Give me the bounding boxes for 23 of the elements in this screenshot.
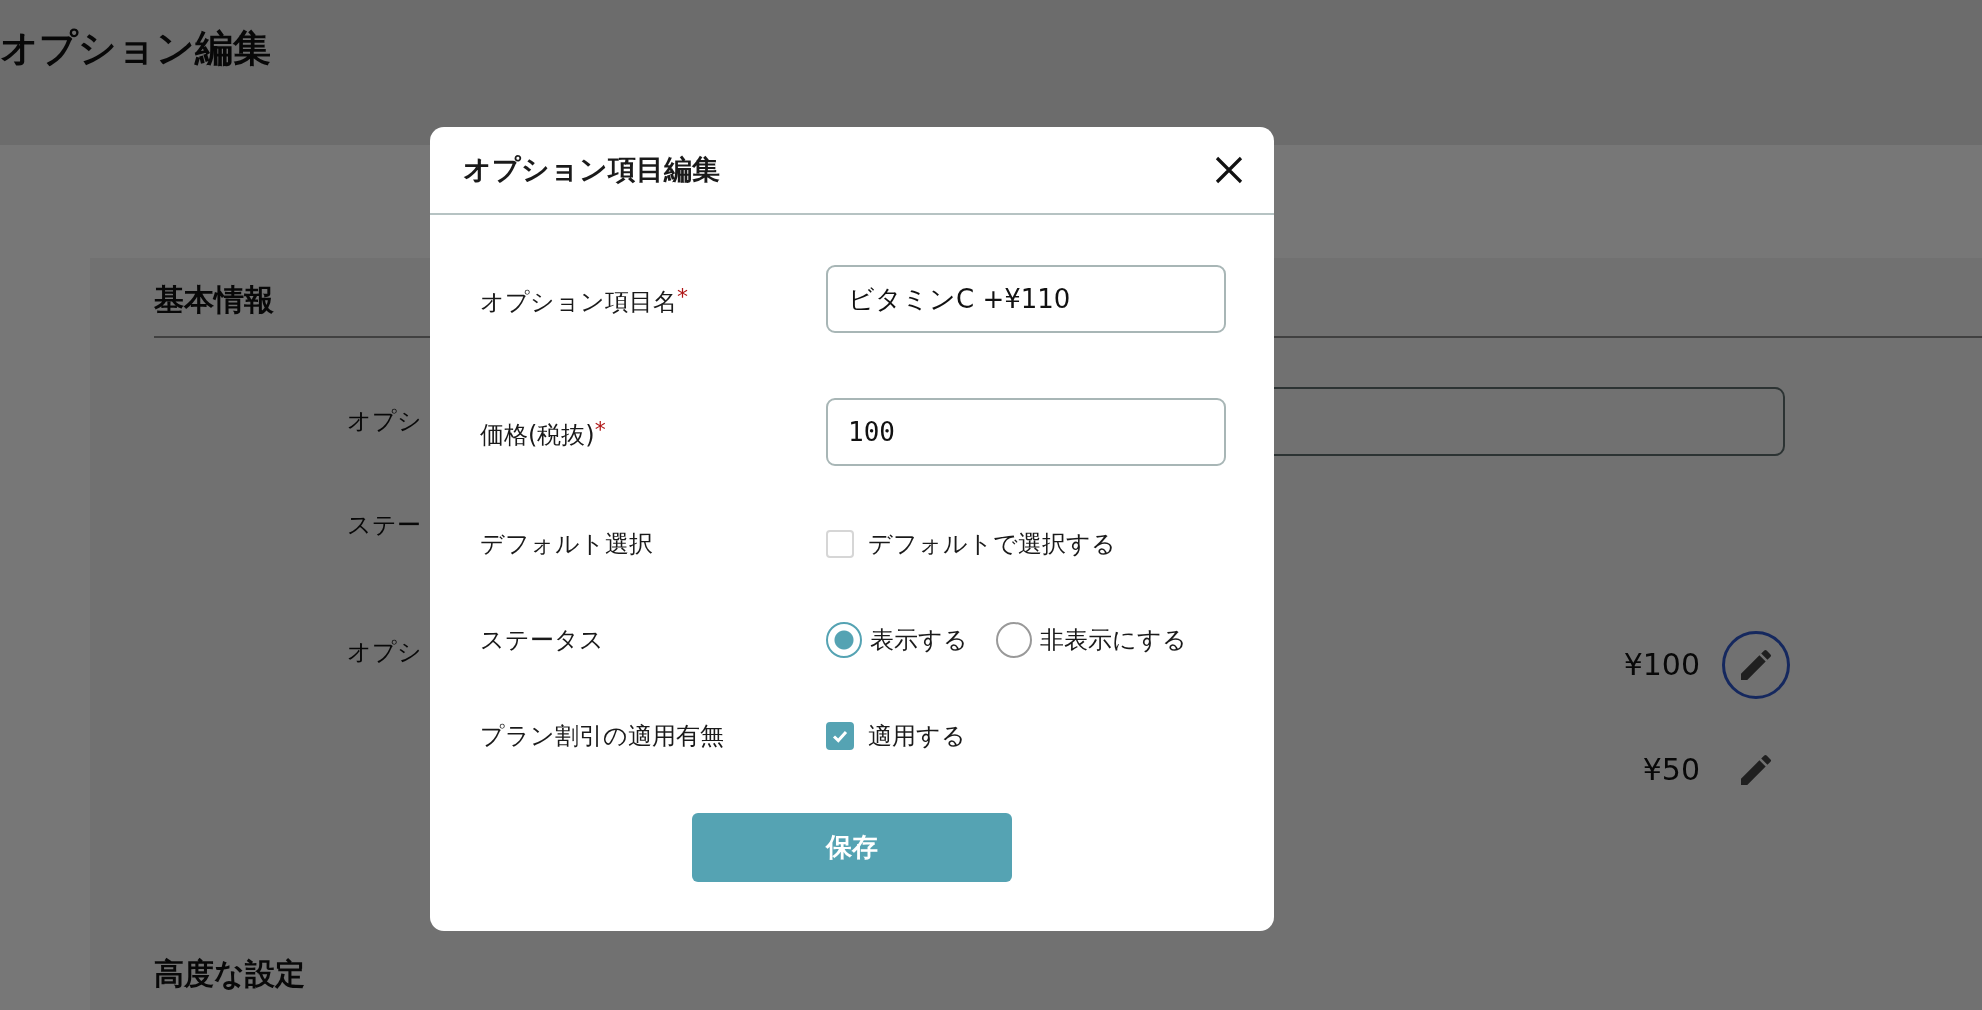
radio-button[interactable] <box>826 622 862 658</box>
checkbox-option[interactable]: 適用する <box>826 718 966 754</box>
field-label: オプシ <box>347 637 422 668</box>
checkbox[interactable] <box>826 722 854 750</box>
option-price: ¥100 <box>1623 646 1700 684</box>
field-label: ステータス <box>480 625 605 656</box>
close-icon <box>1214 155 1244 185</box>
radio-option[interactable]: 非表示にする <box>996 622 1187 658</box>
field-label: オプシ <box>347 406 422 437</box>
checkbox-option[interactable]: デフォルトで選択する <box>826 526 1116 562</box>
radio-button[interactable] <box>996 622 1032 658</box>
field-label: プラン割引の適用有無 <box>480 721 725 752</box>
input-field[interactable]: ビタミンC +¥110 <box>826 265 1226 333</box>
edit-button[interactable] <box>1722 631 1790 699</box>
option-price: ¥50 <box>1642 751 1700 789</box>
dialog-title: オプション項目編集 <box>463 152 720 188</box>
field-label: ステー <box>347 510 421 541</box>
radio-option[interactable]: 表示する <box>826 622 968 658</box>
field-label: デフォルト選択 <box>480 529 654 560</box>
page-title: オプション編集 <box>0 25 272 72</box>
input-field[interactable]: 100 <box>826 398 1226 466</box>
section-heading: 高度な設定 <box>154 955 306 993</box>
checkbox[interactable] <box>826 530 854 558</box>
